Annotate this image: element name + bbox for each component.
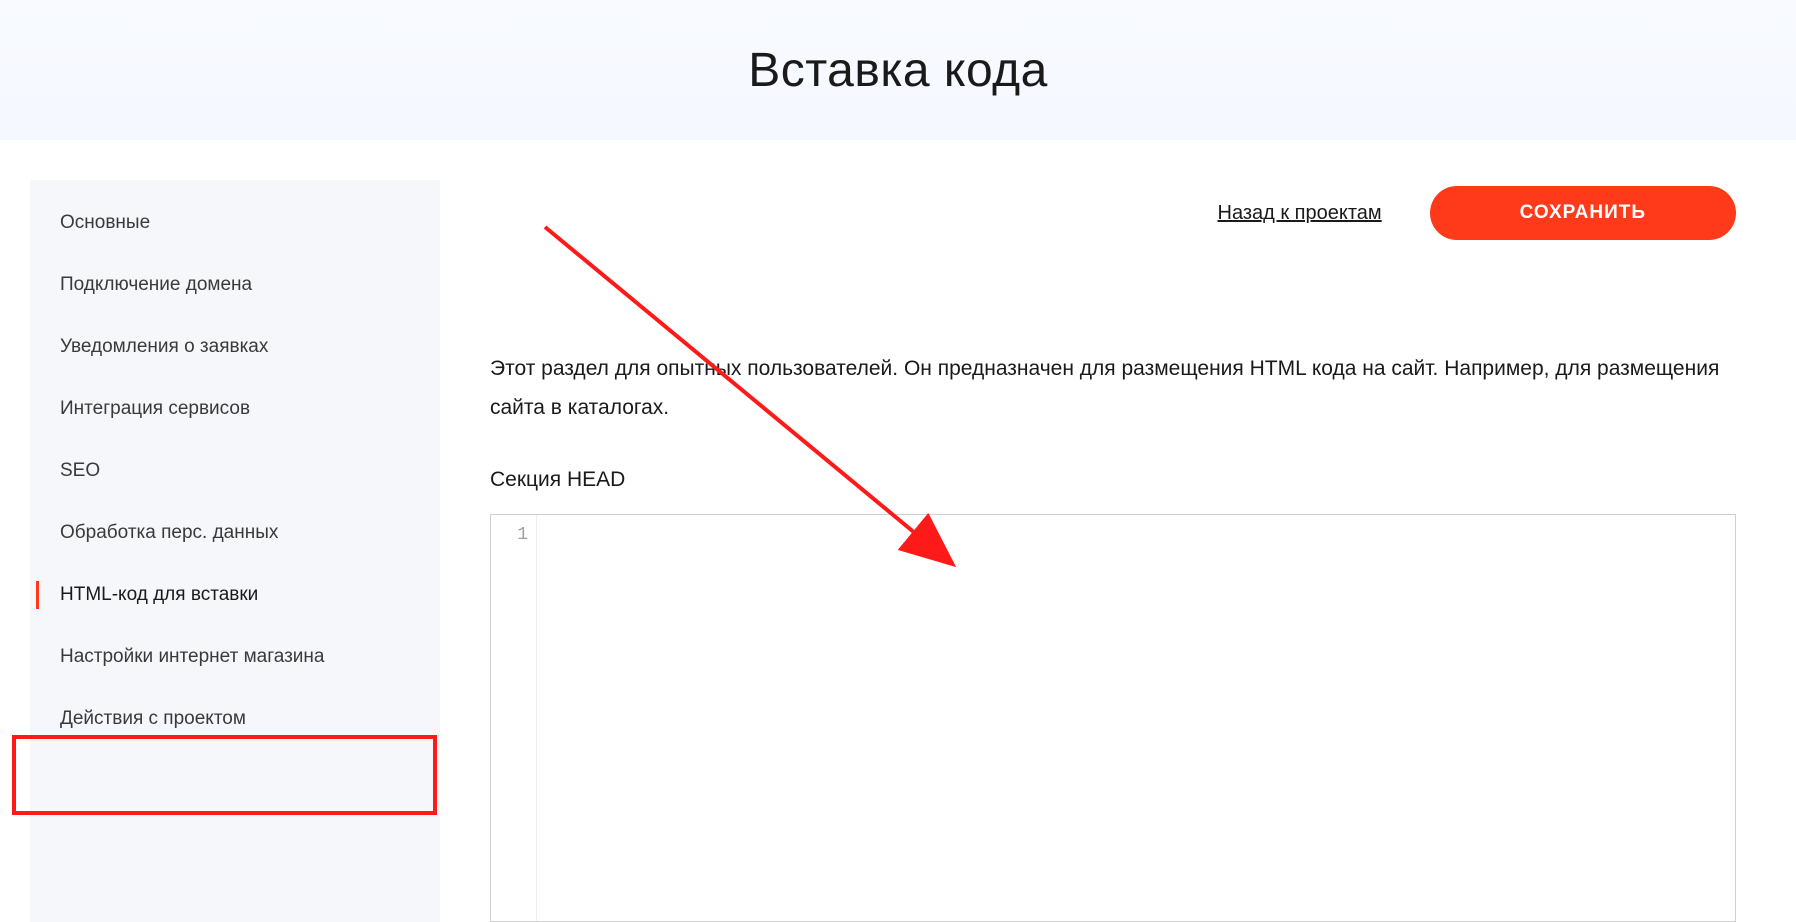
sidebar-item-project-actions[interactable]: Действия с проектом [30,688,440,750]
sidebar-item-personal-data[interactable]: Обработка перс. данных [30,502,440,564]
sidebar-item-label: SEO [60,460,100,481]
sidebar-item-general[interactable]: Основные [30,192,440,254]
sidebar-item-label: Основные [60,212,150,233]
main-panel: Назад к проектам СОХРАНИТЬ Этот раздел д… [490,180,1766,922]
main-top-bar: Назад к проектам СОХРАНИТЬ [490,186,1736,240]
code-gutter: 1 [491,515,537,921]
sidebar-item-html-code[interactable]: HTML-код для вставки [30,564,440,626]
back-to-projects-link[interactable]: Назад к проектам [1218,202,1382,225]
save-button[interactable]: СОХРАНИТЬ [1430,186,1736,240]
code-editor-head: 1 [490,514,1736,922]
section-head-label: Секция HEAD [490,468,1736,492]
sidebar-item-notifications[interactable]: Уведомления о заявках [30,316,440,378]
sidebar-item-label: Настройки интернет магазина [60,646,324,667]
page-title: Вставка кода [748,43,1048,98]
sidebar-item-label: Уведомления о заявках [60,336,268,357]
sidebar-item-label: Обработка перс. данных [60,522,278,543]
header-band: Вставка кода [0,0,1796,140]
sidebar-item-label: HTML-код для вставки [60,584,258,605]
sidebar-item-label: Действия с проектом [60,708,246,729]
sidebar-item-shop-settings[interactable]: Настройки интернет магазина [30,626,440,688]
sidebar-item-label: Подключение домена [60,274,252,295]
sidebar-item-seo[interactable]: SEO [30,440,440,502]
sidebar: Основные Подключение домена Уведомления … [30,180,440,922]
sidebar-item-domain[interactable]: Подключение домена [30,254,440,316]
sidebar-item-label: Интеграция сервисов [60,398,250,419]
line-number: 1 [517,525,528,545]
content-wrap: Основные Подключение домена Уведомления … [0,140,1796,922]
sidebar-item-integrations[interactable]: Интеграция сервисов [30,378,440,440]
code-textarea[interactable] [537,515,1735,921]
section-description: Этот раздел для опытных пользователей. О… [490,350,1736,428]
